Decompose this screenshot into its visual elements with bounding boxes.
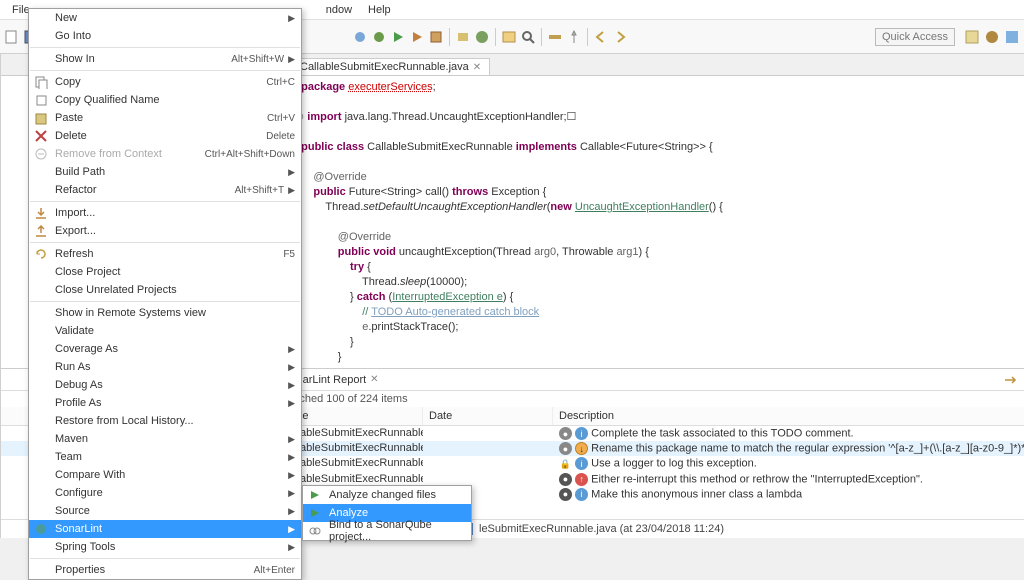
remove-ctx-icon bbox=[34, 147, 48, 161]
new-class-icon[interactable] bbox=[474, 29, 490, 45]
menu-item-coverage-as[interactable]: Coverage As▶ bbox=[29, 340, 301, 358]
editor-tab[interactable]: CallableSubmitExecRunnable.java ✕ bbox=[275, 58, 490, 75]
menu-item-show-in-remote-systems-view[interactable]: Show in Remote Systems view bbox=[29, 304, 301, 322]
menu-item-restore-from-local-history[interactable]: Restore from Local History... bbox=[29, 412, 301, 430]
separator bbox=[495, 28, 496, 46]
code-editor[interactable]: package executerServices; ⊕ import java.… bbox=[287, 76, 1024, 368]
refresh-icon bbox=[34, 247, 48, 261]
analyze-icon bbox=[308, 506, 322, 520]
menu-item-compare-with[interactable]: Compare With▶ bbox=[29, 466, 301, 484]
new-icon[interactable] bbox=[4, 29, 20, 45]
coverage-icon[interactable] bbox=[409, 29, 425, 45]
sonarlint-icon bbox=[34, 522, 48, 536]
export-icon bbox=[34, 224, 48, 238]
menu-help[interactable]: Help bbox=[360, 2, 399, 18]
run-icon[interactable] bbox=[390, 29, 406, 45]
delete-icon bbox=[34, 129, 48, 143]
menu-item-run-as[interactable]: Run As▶ bbox=[29, 358, 301, 376]
toggle-breadcrumb-icon[interactable] bbox=[547, 29, 563, 45]
copy-icon bbox=[34, 75, 48, 89]
menu-item-refresh[interactable]: RefreshF5 bbox=[29, 245, 301, 263]
bind-icon bbox=[308, 524, 322, 538]
menu-item-new[interactable]: New▶ bbox=[29, 9, 301, 27]
menu-item-close-unrelated-projects[interactable]: Close Unrelated Projects bbox=[29, 281, 301, 299]
menu-item-go-into[interactable]: Go Into bbox=[29, 27, 301, 45]
menu-item-validate[interactable]: Validate bbox=[29, 322, 301, 340]
menu-item-remove-from-context: Remove from ContextCtrl+Alt+Shift+Down bbox=[29, 145, 301, 163]
search-icon[interactable] bbox=[520, 29, 536, 45]
separator bbox=[541, 28, 542, 46]
sonarlint-submenu: Analyze changed filesAnalyzeBind to a So… bbox=[302, 485, 472, 541]
copy-qual-icon bbox=[34, 93, 48, 107]
context-menu: New▶Go Into Show InAlt+Shift+W▶ CopyCtrl+C… bbox=[28, 8, 302, 580]
submenu-item-analyze-changed-files[interactable]: Analyze changed files bbox=[303, 486, 471, 504]
run-last-icon[interactable] bbox=[428, 29, 444, 45]
menu-item-configure[interactable]: Configure▶ bbox=[29, 484, 301, 502]
menu-item-source[interactable]: Source▶ bbox=[29, 502, 301, 520]
menu-item-export[interactable]: Export... bbox=[29, 222, 301, 240]
new-package-icon[interactable] bbox=[455, 29, 471, 45]
menu-item-properties[interactable]: PropertiesAlt+Enter bbox=[29, 561, 301, 579]
quick-access-input[interactable]: Quick Access bbox=[875, 28, 955, 46]
link-editor-icon[interactable] bbox=[1003, 373, 1017, 387]
forward-icon[interactable] bbox=[612, 29, 628, 45]
menu-separator bbox=[30, 301, 300, 302]
col-description[interactable]: Description bbox=[553, 407, 1024, 425]
menu-separator bbox=[30, 201, 300, 202]
menu-item-import[interactable]: Import... bbox=[29, 204, 301, 222]
perspective-debug-icon[interactable] bbox=[1004, 29, 1020, 45]
warning-icon: ↓ bbox=[575, 442, 588, 455]
menu-item-maven[interactable]: Maven▶ bbox=[29, 430, 301, 448]
menu-separator bbox=[30, 558, 300, 559]
close-icon[interactable]: ✕ bbox=[473, 62, 481, 73]
menu-item-team[interactable]: Team▶ bbox=[29, 448, 301, 466]
info-icon: i bbox=[575, 427, 588, 440]
separator bbox=[449, 28, 450, 46]
menu-separator bbox=[30, 242, 300, 243]
menu-item-delete[interactable]: DeleteDelete bbox=[29, 127, 301, 145]
back-icon[interactable] bbox=[593, 29, 609, 45]
lock-icon: 🔒 bbox=[559, 458, 572, 471]
menu-item-copy-qualified-name[interactable]: Copy Qualified Name bbox=[29, 91, 301, 109]
analyze-icon bbox=[308, 488, 322, 502]
menu-item-sonarlint[interactable]: SonarLint▶ bbox=[29, 520, 301, 538]
close-icon[interactable]: ✕ bbox=[370, 374, 378, 385]
menu-item-debug-as[interactable]: Debug As▶ bbox=[29, 376, 301, 394]
severity-info-icon: ● bbox=[559, 427, 572, 440]
perspective-java-icon[interactable] bbox=[964, 29, 980, 45]
severity-icon: ● bbox=[559, 473, 572, 486]
menu-separator bbox=[30, 47, 300, 48]
menu-item-show-in[interactable]: Show InAlt+Shift+W▶ bbox=[29, 50, 301, 68]
perspective-javaee-icon[interactable] bbox=[984, 29, 1000, 45]
menu-separator bbox=[30, 70, 300, 71]
separator bbox=[587, 28, 588, 46]
import-icon bbox=[34, 206, 48, 220]
open-type-icon[interactable] bbox=[501, 29, 517, 45]
editor-tab-label: CallableSubmitExecRunnable.java bbox=[300, 61, 469, 73]
info-icon: i bbox=[575, 457, 588, 470]
menu-item-close-project[interactable]: Close Project bbox=[29, 263, 301, 281]
skip-breakpoints-icon[interactable] bbox=[352, 29, 368, 45]
menu-item-refactor[interactable]: RefactorAlt+Shift+T▶ bbox=[29, 181, 301, 199]
menu-item-spring-tools[interactable]: Spring Tools▶ bbox=[29, 538, 301, 556]
severity-icon: ● bbox=[559, 488, 572, 501]
paste-icon bbox=[34, 111, 48, 125]
submenu-item-bind-to-a-sonarqube-project[interactable]: Bind to a SonarQube project... bbox=[303, 522, 471, 540]
severity-icon: ● bbox=[559, 442, 572, 455]
debug-icon[interactable] bbox=[371, 29, 387, 45]
info-icon: i bbox=[575, 488, 588, 501]
pin-icon[interactable] bbox=[566, 29, 582, 45]
menu-item-profile-as[interactable]: Profile As▶ bbox=[29, 394, 301, 412]
critical-icon: ↑ bbox=[575, 473, 588, 486]
menu-item-paste[interactable]: PasteCtrl+V bbox=[29, 109, 301, 127]
col-date[interactable]: Date bbox=[423, 407, 553, 425]
menu-window[interactable]: ndow bbox=[318, 2, 360, 18]
menu-item-copy[interactable]: CopyCtrl+C bbox=[29, 73, 301, 91]
menu-item-build-path[interactable]: Build Path▶ bbox=[29, 163, 301, 181]
